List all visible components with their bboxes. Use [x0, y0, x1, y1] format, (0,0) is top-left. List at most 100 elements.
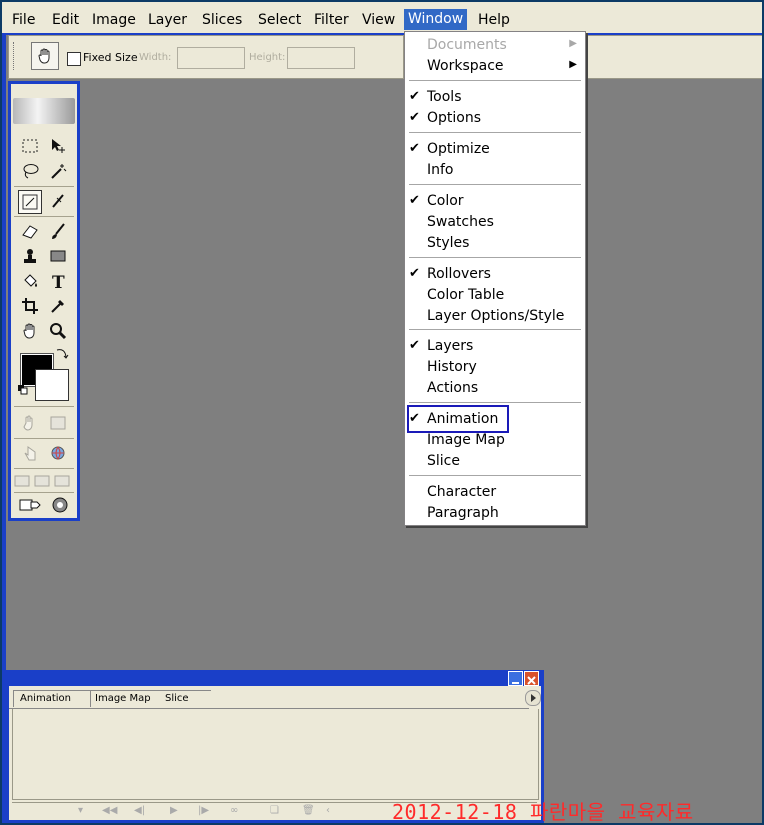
menu-item-tools-label: Tools — [427, 89, 462, 105]
fixed-size-checkbox[interactable] — [67, 52, 81, 66]
background-color-swatch[interactable] — [35, 369, 69, 401]
menu-filter[interactable]: Filter — [310, 10, 353, 30]
default-colors-icon[interactable] — [17, 384, 29, 396]
menu-separator — [409, 329, 581, 331]
tool-preset-button[interactable] — [31, 42, 59, 70]
menu-file[interactable]: File — [8, 10, 39, 30]
menu-item-actions-label: Actions — [427, 380, 479, 396]
panel-menu-icon[interactable] — [525, 690, 541, 706]
menu-item-workspace[interactable]: Workspace ▶ — [405, 56, 585, 76]
next-frame-icon[interactable]: |▶ — [198, 805, 209, 816]
tab-animation[interactable]: Animation — [13, 690, 91, 707]
menu-item-optimize[interactable]: ✔ Optimize — [405, 139, 585, 159]
menu-item-image-map[interactable]: Image Map — [405, 430, 585, 450]
first-frame-icon[interactable]: ◀◀ — [102, 805, 117, 816]
preview-document-icon[interactable] — [19, 442, 41, 464]
height-field[interactable] — [287, 47, 355, 69]
play-icon[interactable]: ▶ — [170, 805, 178, 816]
menu-slices[interactable]: Slices — [198, 10, 246, 30]
image-map-visibility-icon[interactable] — [47, 412, 69, 434]
animation-highlight-box — [407, 405, 509, 433]
duplicate-frame-icon[interactable]: ❏ — [270, 805, 279, 816]
rectangle-icon[interactable] — [47, 245, 69, 267]
imageready-logo-icon[interactable] — [49, 494, 71, 516]
brush-icon[interactable] — [47, 220, 69, 242]
options-grip[interactable] — [13, 42, 18, 70]
menu-item-paragraph-label: Paragraph — [427, 505, 499, 521]
menu-separator — [409, 402, 581, 404]
zoom-icon[interactable] — [47, 320, 69, 342]
menu-select[interactable]: Select — [254, 10, 305, 30]
app-window: File Edit Image Layer Slices Select Filt… — [0, 0, 764, 825]
menu-item-rollovers[interactable]: ✔ Rollovers — [405, 264, 585, 284]
toolbox: T — [8, 81, 80, 521]
menu-item-layers[interactable]: ✔ Layers — [405, 336, 585, 356]
screen-mode-full-icon[interactable] — [53, 470, 71, 492]
menu-item-history[interactable]: History — [405, 357, 585, 377]
submenu-arrow-icon: ▶ — [569, 59, 577, 70]
menu-layer[interactable]: Layer — [144, 10, 191, 30]
stamp-icon[interactable] — [19, 245, 41, 267]
menu-item-styles[interactable]: Styles — [405, 233, 585, 253]
hand-icon[interactable] — [19, 320, 41, 342]
menu-separator — [409, 80, 581, 82]
menu-item-swatches[interactable]: Swatches — [405, 212, 585, 232]
move-icon[interactable] — [47, 135, 69, 157]
menu-item-documents[interactable]: Documents ▶ — [405, 35, 585, 55]
slice-select-icon[interactable] — [47, 190, 69, 212]
slice-icon[interactable] — [18, 190, 42, 214]
magic-wand-icon[interactable] — [47, 160, 69, 182]
menu-item-color-table[interactable]: Color Table — [405, 285, 585, 305]
menu-item-slice[interactable]: Slice — [405, 451, 585, 471]
check-icon: ✔ — [409, 266, 420, 281]
menu-item-layer-options[interactable]: Layer Options/Style — [405, 306, 585, 326]
check-icon: ✔ — [409, 141, 420, 156]
scroll-left-icon[interactable]: ‹ — [326, 805, 330, 816]
menu-item-character[interactable]: Character — [405, 482, 585, 502]
eraser-icon[interactable] — [19, 220, 41, 242]
check-icon: ✔ — [409, 193, 420, 208]
marquee-icon[interactable] — [19, 135, 41, 157]
lasso-icon[interactable] — [19, 160, 41, 182]
swap-colors-icon[interactable] — [55, 346, 69, 360]
check-icon: ✔ — [409, 110, 420, 125]
width-label: Width: — [139, 52, 172, 63]
previous-frame-icon[interactable]: ◀| — [134, 805, 145, 816]
menu-item-layer-options-label: Layer Options/Style — [427, 308, 565, 324]
minimize-button[interactable] — [508, 671, 523, 686]
menu-item-paragraph[interactable]: Paragraph — [405, 503, 585, 523]
paint-bucket-icon[interactable] — [19, 270, 41, 292]
menu-view[interactable]: View — [358, 10, 399, 30]
width-field[interactable] — [177, 47, 245, 69]
screen-mode-full-menu-icon[interactable] — [33, 470, 51, 492]
loop-dropdown-icon[interactable]: ▾ — [78, 805, 83, 816]
tab-image-map[interactable]: Image Map — [89, 690, 159, 707]
type-icon[interactable]: T — [47, 270, 69, 292]
close-button[interactable] — [524, 671, 539, 686]
tween-icon[interactable]: ∞ — [230, 805, 238, 816]
delete-frame-icon[interactable]: 🗑 — [302, 805, 315, 816]
menu-separator — [409, 184, 581, 186]
menu-separator — [409, 475, 581, 477]
preview-browser-icon[interactable] — [47, 442, 69, 464]
rollover-icon[interactable] — [19, 412, 41, 434]
menu-item-tools[interactable]: ✔ Tools — [405, 87, 585, 107]
watermark-text: 2012-12-18 파란마을 교육자료 — [392, 800, 694, 824]
menu-window[interactable]: Window — [404, 9, 468, 30]
menu-item-color[interactable]: ✔ Color — [405, 191, 585, 211]
menu-image[interactable]: Image — [88, 10, 140, 30]
menu-item-slice-label: Slice — [427, 453, 460, 469]
eyedropper-icon[interactable] — [47, 295, 69, 317]
tab-slice[interactable]: Slice — [159, 690, 211, 707]
menu-help[interactable]: Help — [474, 10, 514, 30]
menu-item-info[interactable]: Info — [405, 160, 585, 180]
menu-item-options[interactable]: ✔ Options — [405, 108, 585, 128]
jump-to-imageready-icon[interactable] — [17, 494, 45, 516]
menu-item-documents-label: Documents — [427, 37, 507, 53]
crop-icon[interactable] — [19, 295, 41, 317]
menu-item-styles-label: Styles — [427, 235, 470, 251]
menu-edit[interactable]: Edit — [48, 10, 83, 30]
screen-mode-standard-icon[interactable] — [13, 470, 31, 492]
menu-item-rollovers-label: Rollovers — [427, 266, 491, 282]
menu-item-actions[interactable]: Actions — [405, 378, 585, 398]
